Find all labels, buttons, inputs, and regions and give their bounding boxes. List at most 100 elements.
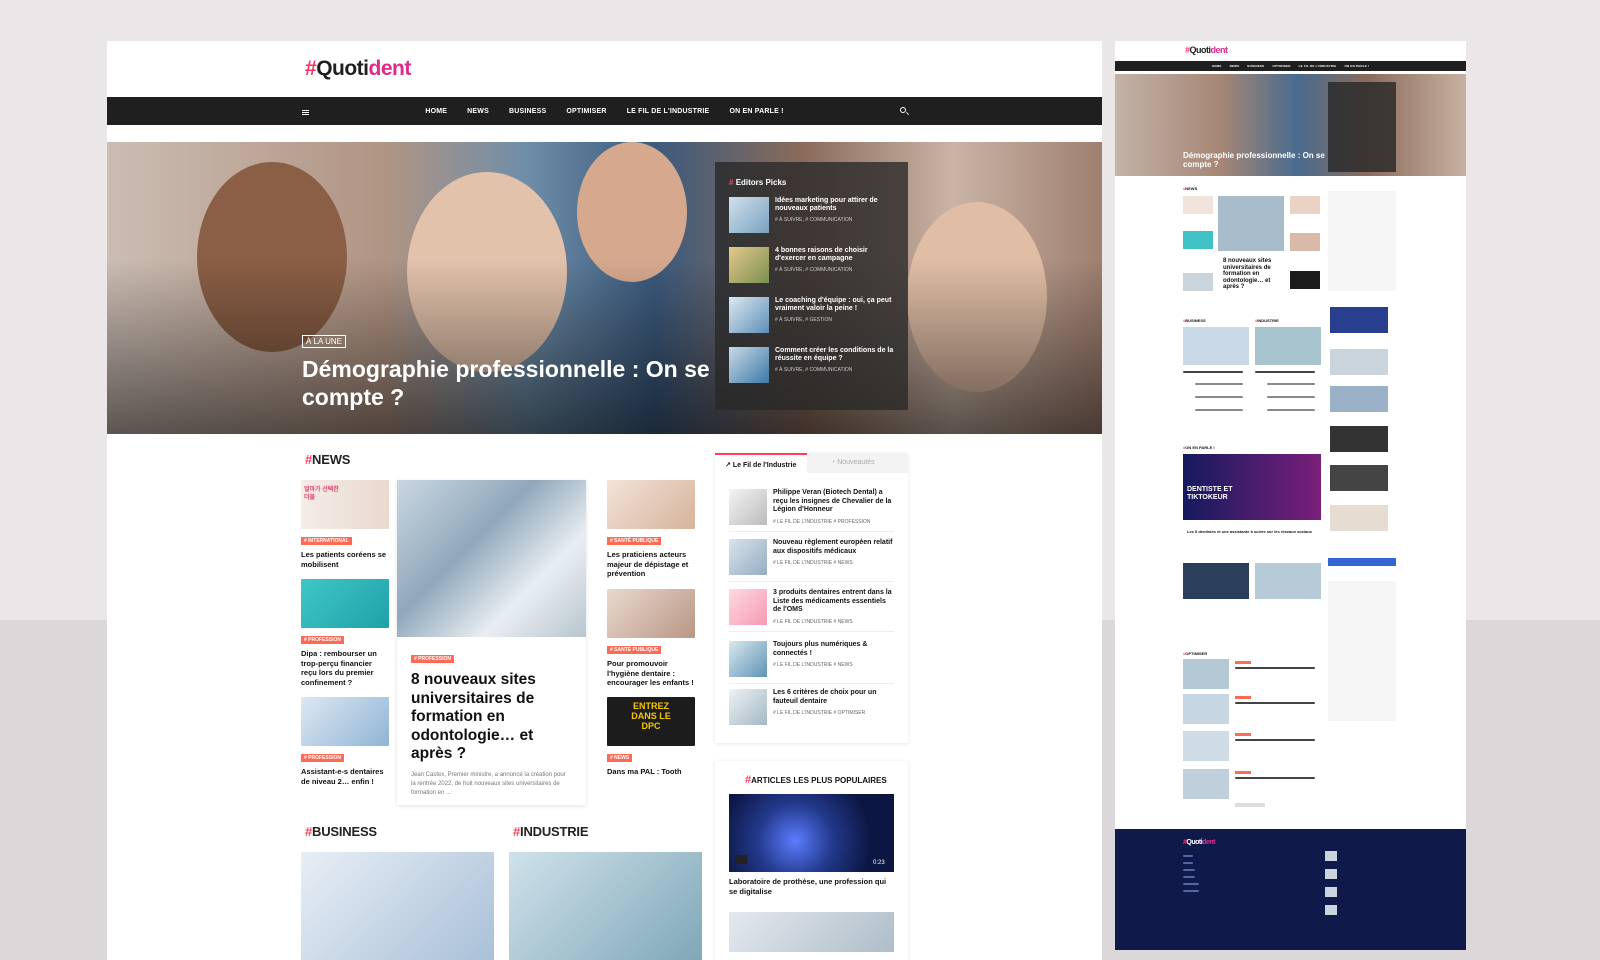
mini-nav-item[interactable]: NEWS [1230,64,1240,68]
news-card[interactable]: # SANTÉ PUBLIQUE Pour promouvoir l'hygiè… [607,589,695,688]
mini-popular-thumb [1330,307,1388,333]
hash-icon: # [305,452,313,467]
footer-link [1183,883,1199,885]
mini-video-thumb [1183,563,1249,599]
search-icon[interactable] [900,107,906,113]
nav-item-optimiser[interactable]: OPTIMISER [566,108,606,115]
mini-popular-thumb [1330,386,1388,412]
news-card[interactable]: # SANTÉ PUBLIQUE Les praticiens acteurs … [607,480,695,579]
news-card-title: Dans ma PAL : Tooth [607,767,682,776]
mini-nav-item[interactable]: ON EN PARLE ! [1345,64,1370,68]
news-card-tag[interactable]: # SANTÉ PUBLIQUE [607,646,662,654]
featured-news-card[interactable]: # PROFESSION 8 nouveaux sites universita… [397,480,586,805]
mini-hero-title[interactable]: Démographie professionnelle : On se comp… [1183,151,1333,169]
industry-thumbnail [729,489,767,525]
news-card-tag[interactable]: # NEWS [607,754,633,762]
mini-pagination[interactable] [1235,803,1265,807]
flame-icon: ◔ [831,459,836,466]
featured-news-image [397,480,586,637]
nav-item-industrie[interactable]: LE FIL DE L'INDUSTRIE [627,108,710,115]
mini-text-line [1267,383,1315,385]
mini-nav-item[interactable]: OPTIMISER [1272,64,1290,68]
industry-item[interactable]: Les 6 critères de choix pour un fauteuil… [729,689,894,731]
mini-text-line [1235,667,1315,669]
nav-item-news[interactable]: NEWS [467,108,489,115]
footer-thumb [1325,851,1337,861]
desktop-page: #Quotident HOME NEWS BUSINESS OPTIMISER … [107,41,1102,960]
mini-nav-item[interactable]: HOME [1212,64,1222,68]
pick-title: 4 bonnes raisons de choisir d'exercer en… [775,247,868,262]
industry-title: Philippe Veran (Biotech Dental) a reçu l… [773,489,892,513]
news-card-image: ENTREZ DANS LE DPC [607,697,695,746]
nav-item-home[interactable]: HOME [425,108,447,115]
mini-logo[interactable]: #Quotident [1185,45,1228,55]
news-card-title: Les praticiens acteurs majeur de dépista… [607,550,689,578]
footer-thumb [1325,887,1337,897]
industry-item[interactable]: Philippe Veran (Biotech Dental) a reçu l… [729,489,894,532]
news-card[interactable]: # PROFESSION Dipa : rembourser un trop-p… [301,579,389,687]
industry-item[interactable]: Nouveau règlement européen relatif aux d… [729,539,894,582]
video-camera-icon [735,855,747,864]
news-card-tag[interactable]: # PROFESSION [301,636,344,644]
footer-link [1183,855,1193,857]
editors-pick-item[interactable]: Le coaching d'équipe : oui, ça peut vrai… [729,297,894,333]
site-logo[interactable]: #Quotident [305,57,411,81]
mini-nav-item[interactable]: LE FIL DE L'INDUSTRIE [1299,64,1337,68]
industry-title: Les 6 critères de choix pour un fauteuil… [773,689,877,705]
news-card[interactable]: # PROFESSION Assistant-e-s dentaires de … [301,697,389,786]
news-card-image [301,579,389,628]
mini-text-line [1235,777,1315,779]
news-card-tag[interactable]: # INTERNATIONAL [301,537,352,545]
industry-thumbnail [729,641,767,677]
nav-item-on-en-parle[interactable]: ON EN PARLE ! [729,108,783,115]
industry-tags: # LE FIL DE L'INDUSTRIE # NEWS [773,560,853,566]
mini-blue-banner[interactable] [1328,558,1396,566]
pick-tags: # À SUIVRE, # COMMUNICATION [775,367,853,373]
business-feature-image[interactable] [301,852,494,960]
pick-tags: # À SUIVRE, # GESTION [775,317,832,323]
mini-text-line [1267,396,1315,398]
editors-picks-panel: # Editors Picks Idées marketing pour att… [715,162,908,410]
mini-business-image [1183,327,1249,365]
tab-fil-industrie[interactable]: ↗ Le Fil de l'Industrie [715,453,807,473]
editors-pick-item[interactable]: Comment créer les conditions de la réuss… [729,347,894,383]
mini-tag [1235,696,1251,699]
nav-item-business[interactable]: BUSINESS [509,108,546,115]
mini-nav-item[interactable]: BUSINESS [1247,64,1264,68]
mini-video-thumb [1255,563,1321,599]
news-card-tag[interactable]: # SANTÉ PUBLIQUE [607,537,662,545]
pick-tags: # À SUIVRE, # COMMUNICATION [775,267,853,273]
mini-text-line [1267,409,1315,411]
hero-badge[interactable]: À LA UNE [302,335,347,348]
industry-tags: # LE FIL DE L'INDUSTRIE # PROFESSION [773,518,871,525]
footer-logo[interactable]: #Quotident [1183,839,1215,846]
tab-nouveautes[interactable]: ◔ Nouveautés [807,453,908,473]
hero-banner[interactable]: À LA UNE Démographie professionnelle : O… [107,142,1102,434]
footer-thumb [1325,869,1337,879]
mini-featured-title[interactable]: 8 nouveaux sites universitaires de forma… [1223,258,1278,291]
industry-tags: # LE FIL DE L'INDUSTRIE # OPTIMISER [773,710,866,716]
popular-article-title[interactable]: Laboratoire de prothèse, une profession … [729,877,894,896]
featured-news-excerpt: Jean Castex, Premier ministre, a annoncé… [411,771,566,796]
news-card-title: Pour promouvoir l'hygiène dentaire : enc… [607,659,694,687]
news-card[interactable]: ENTREZ DANS LE DPC # NEWS Dans ma PAL : … [607,697,695,777]
news-card-tag[interactable]: # PROFESSION [301,754,344,762]
popular-articles-widget: #ARTICLES LES PLUS POPULAIRES 0:23 Labor… [715,761,908,960]
industry-title: 3 produits dentaires entrent dans la Lis… [773,589,892,613]
popular-video-thumbnail[interactable] [729,794,894,872]
hero-title[interactable]: Démographie professionnelle : On se comp… [302,355,722,411]
editors-pick-item[interactable]: 4 bonnes raisons de choisir d'exercer en… [729,247,894,283]
editors-pick-item[interactable]: Idées marketing pour attirer de nouveaux… [729,197,894,233]
mini-popular-thumb [1330,505,1388,531]
main-nav: HOME NEWS BUSINESS OPTIMISER LE FIL DE L… [107,97,1102,125]
popular-second-thumbnail[interactable] [729,912,894,952]
mini-text-line [1195,409,1243,411]
mini-thumb [1290,233,1320,251]
featured-news-tag[interactable]: # PROFESSION [411,655,454,663]
industry-item[interactable]: Toujours plus numériques & connectés ! # … [729,641,894,684]
news-card[interactable]: 얼마가 선택한 더블 # INTERNATIONAL Les patients … [301,480,389,569]
industrie-feature-image[interactable] [509,852,702,960]
mini-video-caption[interactable]: Les 5 dentistes et une assistante à suiv… [1187,529,1315,534]
industry-item[interactable]: 3 produits dentaires entrent dans la Lis… [729,589,894,632]
mini-popular-thumb [1330,465,1388,491]
